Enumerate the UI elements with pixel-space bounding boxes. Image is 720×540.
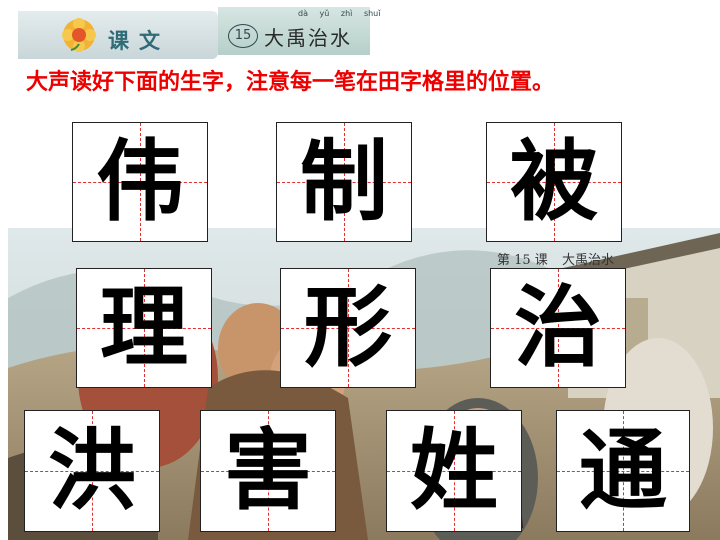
- character: 形: [303, 276, 392, 379]
- character-grid: 理: [76, 268, 212, 388]
- character-grid: 姓: [386, 410, 522, 532]
- character: 被: [509, 130, 598, 233]
- character-grid: 制: [276, 122, 412, 242]
- character-grid: 害: [200, 410, 336, 532]
- lesson-ribbon: 课文: [18, 11, 218, 59]
- pinyin-syllable: yǔ: [319, 9, 330, 18]
- caption-lesson-title: 大禹治水: [561, 253, 614, 268]
- lesson-number-badge: 15: [228, 24, 258, 48]
- character: 通: [578, 419, 667, 522]
- character-grid: 形: [280, 268, 416, 388]
- character-grid: 伟: [72, 122, 208, 242]
- pinyin-syllable: shuǐ: [363, 9, 381, 18]
- instruction-text: 大声读好下面的生字，注意每一笔在田字格里的位置。: [26, 70, 555, 95]
- caption-lesson-number: 第 15 课: [497, 253, 548, 268]
- illustration-caption: 第 15 课 大禹治水: [497, 249, 624, 268]
- lesson-title: 大禹治水: [264, 26, 352, 50]
- character-grid: 治: [490, 268, 626, 388]
- character-grid: 通: [556, 410, 690, 532]
- character: 洪: [47, 419, 136, 522]
- pinyin-syllable: dà: [298, 9, 308, 18]
- character: 治: [513, 276, 602, 379]
- character: 制: [299, 130, 388, 233]
- lesson-title-card: dà yǔ zhì shuǐ 15 大禹治水: [218, 7, 380, 55]
- lesson-label: 课文: [108, 29, 170, 53]
- lesson-header: 课文 dà yǔ zhì shuǐ 15 大禹治水: [18, 3, 380, 59]
- flower-icon: [62, 18, 96, 52]
- lesson-title-pinyin: dà yǔ zhì shuǐ: [298, 9, 389, 18]
- character: 姓: [409, 419, 498, 522]
- character: 伟: [95, 130, 184, 233]
- pinyin-syllable: zhì: [340, 9, 353, 18]
- character-grid: 被: [486, 122, 622, 242]
- character-grid: 洪: [24, 410, 160, 532]
- character: 害: [223, 419, 312, 522]
- character: 理: [99, 276, 188, 379]
